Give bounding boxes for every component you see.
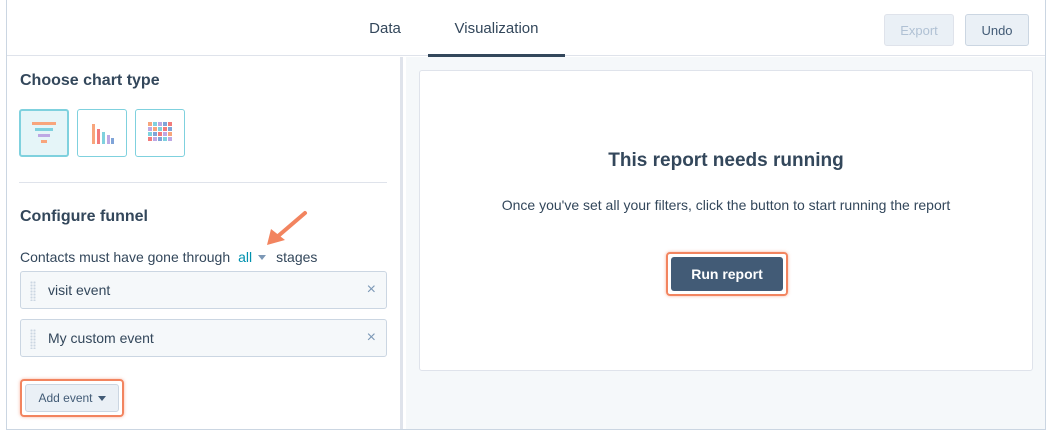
funnel-stage-sentence: Contacts must have gone through all stages xyxy=(20,249,317,265)
tab-visualization-label: Visualization xyxy=(454,19,539,37)
header-bar: Data Visualization Export Undo xyxy=(7,0,1045,57)
stage-match-dropdown[interactable]: all xyxy=(238,249,252,265)
empty-state-description: Once you've set all your filters, click … xyxy=(501,197,951,213)
chevron-down-icon xyxy=(97,395,106,401)
chart-type-grid[interactable] xyxy=(135,109,185,157)
add-event-highlight: Add event xyxy=(20,379,124,417)
drag-handle-icon[interactable] xyxy=(30,281,36,301)
chevron-down-icon[interactable] xyxy=(258,254,267,260)
report-builder: Data Visualization Export Undo Choose ch… xyxy=(6,0,1046,430)
empty-state-title: This report needs running xyxy=(608,150,844,171)
configuration-panel: Choose chart type Configure funnel Conta… xyxy=(7,57,403,429)
tab-data-label: Data xyxy=(369,19,401,37)
add-event-label: Add event xyxy=(38,391,93,405)
funnel-sentence-suffix: stages xyxy=(276,249,318,265)
remove-event-icon[interactable]: × xyxy=(367,281,376,299)
export-button[interactable]: Export xyxy=(884,14,954,46)
funnel-event-item[interactable]: My custom event × xyxy=(20,319,387,357)
chart-type-heading: Choose chart type xyxy=(20,72,160,89)
chart-type-picker xyxy=(19,109,185,157)
add-event-button[interactable]: Add event xyxy=(25,384,119,412)
configure-funnel-heading: Configure funnel xyxy=(20,208,148,225)
remove-event-icon[interactable]: × xyxy=(367,329,376,347)
funnel-event-item[interactable]: visit event × xyxy=(20,271,387,309)
report-empty-state-card: This report needs running Once you've se… xyxy=(419,70,1033,371)
event-label: visit event xyxy=(48,282,111,298)
grid-chart-icon xyxy=(148,122,172,141)
funnel-sentence-prefix: Contacts must have gone through xyxy=(20,249,231,265)
annotation-arrow-icon xyxy=(267,211,307,245)
tab-data[interactable]: Data xyxy=(353,0,417,56)
run-report-highlight: Run report xyxy=(666,252,788,296)
drag-handle-icon[interactable] xyxy=(30,329,36,349)
undo-button[interactable]: Undo xyxy=(965,14,1029,46)
tab-visualization[interactable]: Visualization xyxy=(428,0,565,57)
funnel-chart-icon xyxy=(32,122,56,143)
section-divider xyxy=(19,182,387,183)
bar-chart-icon xyxy=(92,124,114,144)
event-label: My custom event xyxy=(48,330,154,346)
chart-type-bar[interactable] xyxy=(77,109,127,157)
run-report-button[interactable]: Run report xyxy=(671,257,783,291)
visualization-area: This report needs running Once you've se… xyxy=(406,57,1045,429)
chart-type-funnel[interactable] xyxy=(19,109,69,157)
